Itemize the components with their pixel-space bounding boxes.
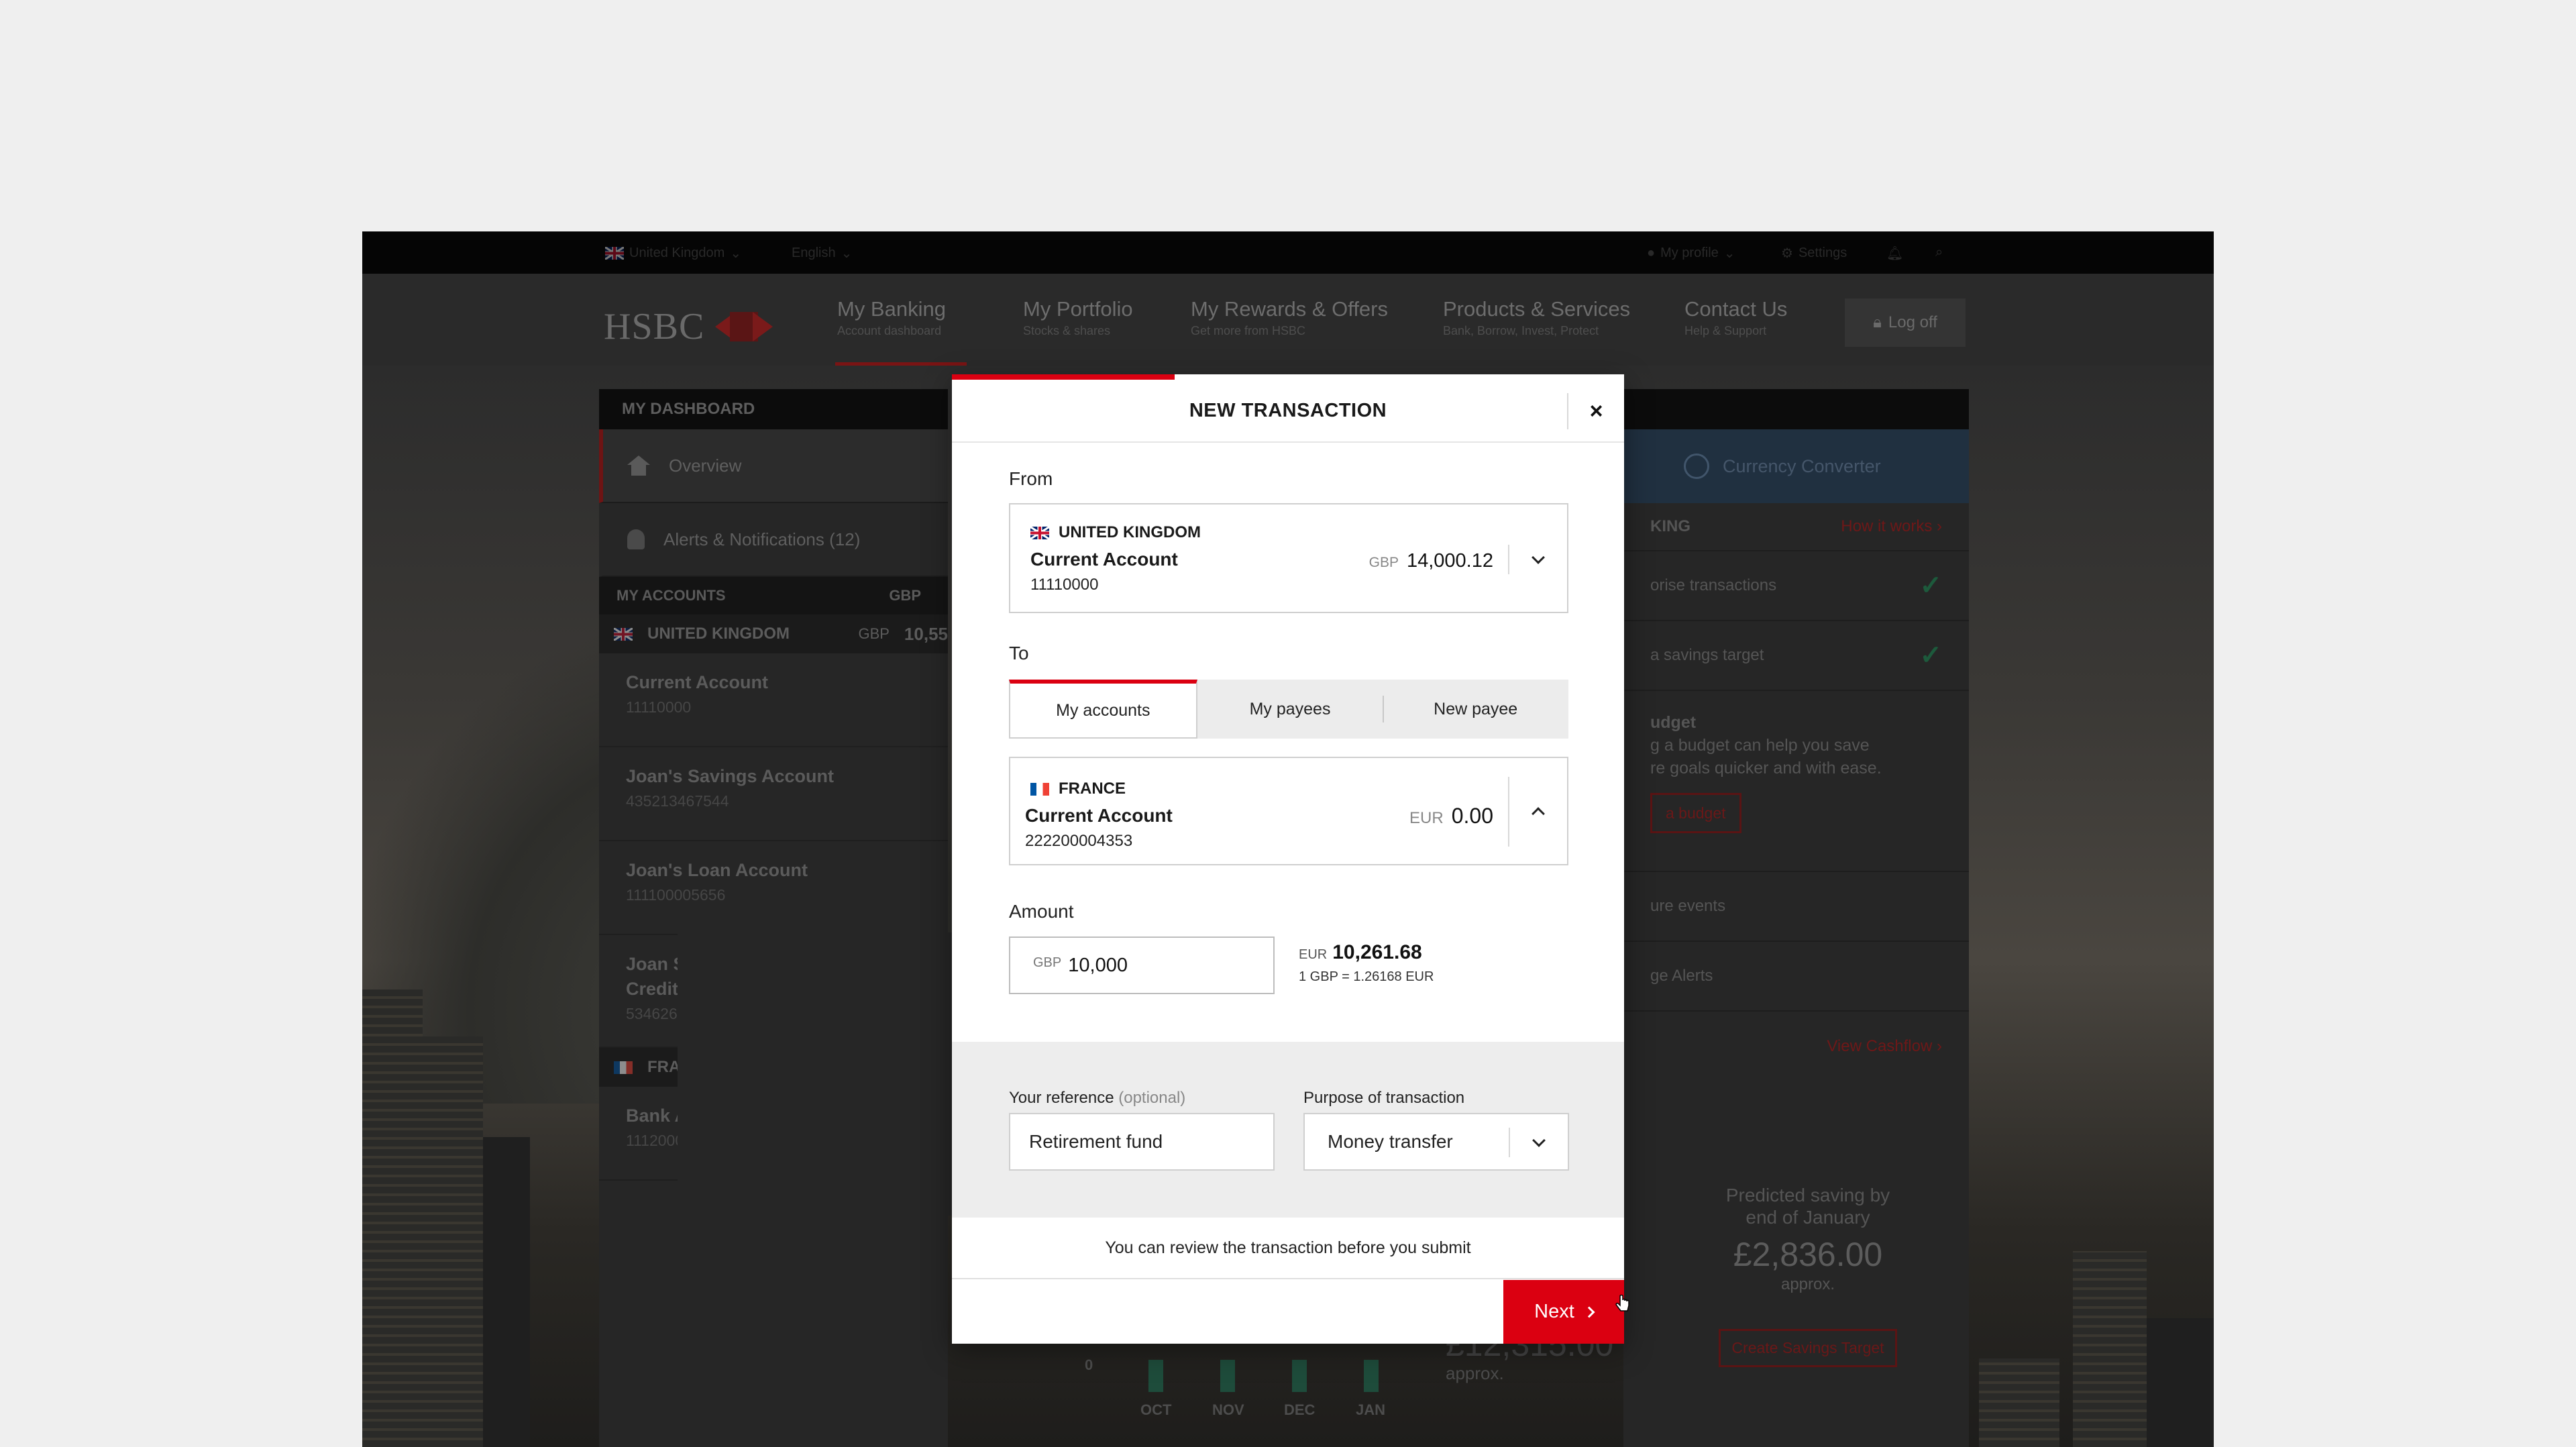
modal-progress-bar	[952, 374, 1175, 380]
user-icon: ●	[1647, 246, 1656, 260]
from-label: From	[1009, 468, 1053, 489]
exchange-rate: 1 GBP = 1.26168 EUR	[1299, 969, 1434, 984]
from-account-select[interactable]: UNITED KINGDOM Current Account 11110000 …	[1009, 503, 1568, 613]
chevron-down-icon: ⌄	[841, 246, 853, 261]
to-label: To	[1009, 643, 1029, 663]
profile-menu[interactable]: ● My profile ⌄	[1647, 245, 1735, 262]
nav-my-portfolio[interactable]: My Portfolio Stocks & shares	[1023, 297, 1133, 338]
uk-flag-icon	[614, 627, 633, 641]
home-icon	[627, 455, 650, 476]
to-account-select[interactable]: FRANCE Current Account 222200004353 EUR …	[1009, 757, 1568, 865]
purpose-dropdown[interactable]	[1509, 1128, 1568, 1157]
utility-bar: United Kingdom ⌄ English ⌄ ● My profile …	[362, 231, 2214, 274]
next-button[interactable]: Next	[1503, 1280, 1624, 1344]
chevron-down-icon: ⌄	[730, 246, 742, 261]
lock-icon: 🔒︎	[1873, 313, 1882, 331]
checklist-item[interactable]: orise transactions ✓	[1623, 551, 1969, 621]
to-balance: EUR 0.00	[1409, 804, 1493, 828]
gear-icon: ⚙	[1781, 246, 1793, 261]
budget-card: udget g a budget can help you save re go…	[1623, 691, 1969, 872]
chevron-right-icon	[1583, 1306, 1595, 1318]
close-icon: ×	[1589, 398, 1603, 424]
uk-flag-icon	[1030, 526, 1049, 539]
currency-converter-link[interactable]: Currency Converter	[1623, 429, 1969, 503]
close-button[interactable]: ×	[1567, 393, 1624, 429]
check-icon: ✓	[1919, 571, 1942, 600]
uk-flag-icon	[605, 247, 624, 260]
tab-my-payees[interactable]: My payees	[1197, 680, 1383, 739]
hand-cursor-icon	[1615, 1295, 1629, 1311]
bell-icon	[627, 529, 645, 549]
cashflow-chart: OCT NOV DEC JAN	[1140, 1338, 1456, 1419]
my-accounts-header: MY ACCOUNTS GBP	[599, 577, 948, 614]
amount-label: Amount	[1009, 901, 1074, 922]
sidebar-item-overview[interactable]: Overview	[599, 429, 948, 503]
country-selector[interactable]: United Kingdom ⌄	[605, 245, 741, 262]
chevron-down-icon	[1532, 551, 1545, 564]
chart-month-label: DEC	[1284, 1401, 1316, 1418]
reference-section: Your reference (optional) Retirement fun…	[952, 1042, 1624, 1218]
dashboard-panel: MY DASHBOARD Overview Alerts & Notificat…	[599, 389, 948, 1447]
chart-month-label: JAN	[1356, 1401, 1386, 1418]
from-balance: GBP 14,000.12	[1368, 550, 1493, 572]
chevron-up-icon	[1532, 807, 1545, 820]
checklist-item[interactable]: a savings target ✓	[1623, 621, 1969, 691]
review-note: You can review the transaction before yo…	[952, 1218, 1624, 1279]
search-button[interactable]: ⌕	[1935, 245, 1943, 260]
reference-label: Your reference (optional)	[1009, 1089, 1186, 1107]
purpose-select[interactable]: Money transfer	[1303, 1113, 1569, 1171]
nav-my-rewards[interactable]: My Rewards & Offers Get more from HSBC	[1191, 297, 1388, 338]
alerts-item[interactable]: ge Alerts	[1623, 942, 1969, 1012]
search-icon: ⌕	[1935, 245, 1943, 260]
future-events-item[interactable]: ure events	[1623, 872, 1969, 942]
account-item[interactable]: Current Account 11110000	[599, 653, 948, 747]
how-it-works-link[interactable]: How it works ›	[1841, 517, 1942, 536]
reference-input[interactable]: Retirement fund	[1009, 1113, 1275, 1171]
create-budget-button[interactable]: a budget	[1650, 793, 1741, 833]
tab-new-payee[interactable]: New payee	[1383, 680, 1568, 739]
account-item[interactable]: Joan's Loan Account 111100005656	[599, 841, 948, 935]
new-transaction-modal: NEW TRANSACTION × From UNITED KINGDOM Cu…	[952, 374, 1624, 1344]
view-cashflow-link[interactable]: View Cashflow ›	[1623, 1012, 1969, 1081]
nav-products-services[interactable]: Products & Services Bank, Borrow, Invest…	[1443, 297, 1630, 338]
nav-my-banking[interactable]: My Banking Account dashboard	[837, 297, 946, 338]
chart-bar	[1220, 1360, 1235, 1392]
modal-header: NEW TRANSACTION ×	[952, 380, 1624, 443]
chart-month-label: NOV	[1212, 1401, 1244, 1418]
chevron-down-icon: ⌄	[1723, 246, 1735, 261]
france-flag-icon	[1030, 782, 1049, 796]
nav-contact-us[interactable]: Contact Us Help & Support	[1684, 297, 1787, 338]
tab-my-accounts[interactable]: My accounts	[1009, 680, 1197, 739]
amount-input[interactable]: GBP 10,000	[1009, 936, 1275, 994]
language-selector[interactable]: English ⌄	[792, 245, 852, 262]
modal-title: NEW TRANSACTION	[1189, 399, 1387, 421]
france-flag-icon	[614, 1061, 633, 1074]
logoff-button[interactable]: 🔒︎ Log off	[1845, 299, 1966, 347]
country-group-uk[interactable]: UNITED KINGDOM GBP 10,55	[599, 614, 948, 653]
create-savings-target-button[interactable]: Create Savings Target	[1719, 1329, 1897, 1367]
chart-month-label: OCT	[1140, 1401, 1172, 1418]
chart-bar	[1148, 1360, 1163, 1392]
converted-amount: EUR 10,261.68 1 GBP = 1.26168 EUR	[1299, 941, 1434, 984]
to-account-dropdown[interactable]	[1508, 777, 1567, 847]
from-account-dropdown[interactable]	[1508, 545, 1567, 574]
hexagon-logo-icon	[715, 312, 773, 341]
bell-icon: 🔔︎	[1886, 246, 1904, 261]
globe-icon	[1684, 453, 1709, 479]
predicted-saving-card: Predicted saving by end of January £2,83…	[1667, 1184, 1949, 1447]
chart-zero-label: 0	[1085, 1356, 1093, 1373]
sidebar-item-alerts[interactable]: Alerts & Notifications (12)	[599, 503, 948, 577]
settings-link[interactable]: ⚙ Settings	[1781, 245, 1847, 262]
purpose-label: Purpose of transaction	[1303, 1089, 1465, 1107]
banking-heading: KING How it works ›	[1623, 503, 1969, 551]
payee-tabs: My accounts My payees New payee	[1009, 680, 1568, 739]
chart-bar	[1292, 1360, 1307, 1392]
account-item[interactable]: Joan's Savings Account 435213467544	[599, 747, 948, 841]
dashboard-title: MY DASHBOARD	[599, 389, 948, 429]
chevron-down-icon	[1532, 1134, 1546, 1147]
check-icon: ✓	[1919, 641, 1942, 670]
hsbc-logo[interactable]: HSBC	[604, 305, 773, 348]
notifications-bell[interactable]: 🔔︎	[1886, 245, 1903, 262]
chart-bar	[1364, 1360, 1379, 1392]
